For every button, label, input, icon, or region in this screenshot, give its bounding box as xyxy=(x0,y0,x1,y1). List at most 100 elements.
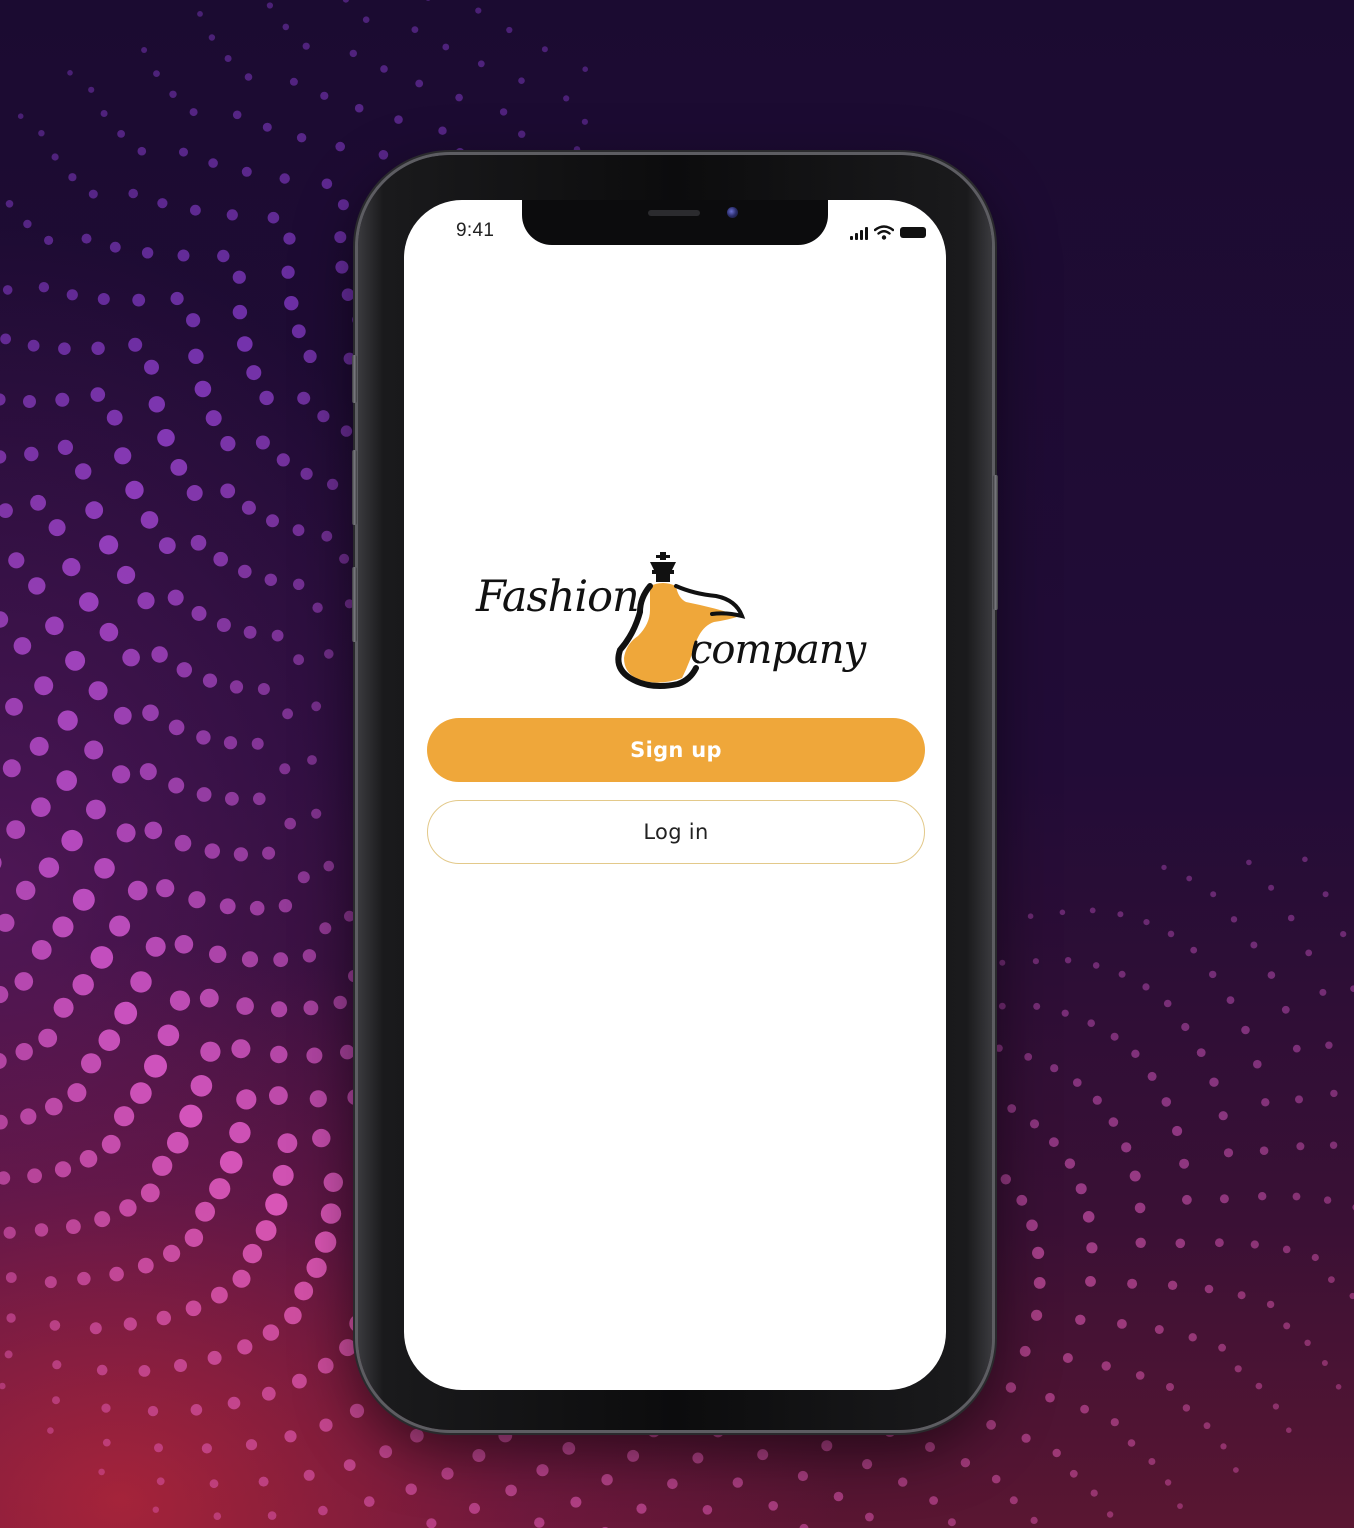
halftone-dot xyxy=(1080,1404,1089,1414)
halftone-dot xyxy=(265,1193,288,1216)
halftone-dot xyxy=(1204,1284,1214,1294)
halftone-dot xyxy=(1304,1339,1311,1347)
front-camera xyxy=(727,207,738,218)
halftone-dot xyxy=(28,577,46,595)
logo-word-company: company xyxy=(690,627,866,673)
halftone-dot xyxy=(137,1257,154,1274)
halftone-dot xyxy=(498,1428,513,1443)
halftone-dot xyxy=(117,130,125,138)
halftone-dot xyxy=(208,34,216,41)
halftone-dot xyxy=(425,0,431,1)
halftone-dot xyxy=(1287,914,1295,922)
halftone-dot xyxy=(0,1382,6,1390)
halftone-dot xyxy=(283,232,296,245)
halftone-dot xyxy=(0,393,6,406)
halftone-dot xyxy=(271,629,284,642)
halftone-dot xyxy=(1209,1077,1219,1087)
halftone-dot xyxy=(799,1523,809,1528)
halftone-dot xyxy=(232,1269,251,1288)
halftone-dot xyxy=(1059,909,1066,916)
halftone-dot xyxy=(1118,970,1126,978)
halftone-dot xyxy=(312,1128,331,1148)
halftone-dot xyxy=(1121,1142,1132,1153)
halftone-dot xyxy=(141,247,154,259)
halftone-dot xyxy=(88,681,108,701)
halftone-dot xyxy=(426,1518,437,1528)
halftone-dot xyxy=(757,1449,769,1461)
halftone-dot xyxy=(0,1114,8,1130)
sign-up-button[interactable]: Sign up xyxy=(427,718,925,782)
halftone-dot xyxy=(340,1044,355,1060)
halftone-dot xyxy=(1110,1418,1119,1427)
halftone-dot xyxy=(236,997,254,1015)
halftone-dot xyxy=(925,1442,935,1452)
mute-switch xyxy=(352,355,357,403)
halftone-dot xyxy=(277,1133,298,1153)
halftone-dot xyxy=(44,1276,57,1289)
halftone-dot xyxy=(98,1029,121,1051)
halftone-dot xyxy=(34,676,54,696)
halftone-dot xyxy=(94,858,115,879)
halftone-dot xyxy=(0,985,9,1004)
halftone-dot xyxy=(324,649,334,659)
halftone-dot xyxy=(1166,1383,1174,1391)
halftone-dot xyxy=(127,880,148,901)
halftone-dot xyxy=(1226,996,1235,1004)
halftone-dot xyxy=(1311,1253,1319,1262)
halftone-dot xyxy=(157,1024,180,1047)
halftone-dot xyxy=(1321,1360,1328,1366)
brand-logo: Fashion company xyxy=(464,550,884,700)
halftone-dot xyxy=(1062,1353,1073,1363)
halftone-dot xyxy=(226,209,238,221)
logo-word-fashion: Fashion xyxy=(476,572,640,622)
halftone-dot xyxy=(153,70,160,77)
halftone-dot xyxy=(128,337,143,352)
halftone-dot xyxy=(190,1404,203,1416)
halftone-dot xyxy=(8,552,25,569)
halftone-dot xyxy=(292,1373,307,1389)
halftone-dot xyxy=(278,899,293,913)
halftone-dot xyxy=(1190,946,1198,954)
halftone-dot xyxy=(768,1501,778,1511)
halftone-dot xyxy=(1282,1245,1291,1254)
halftone-dot xyxy=(1253,1059,1262,1069)
halftone-dot xyxy=(147,1405,159,1417)
halftone-dot xyxy=(601,1474,613,1486)
halftone-dot xyxy=(319,1418,333,1432)
halftone-dot xyxy=(411,26,419,33)
halftone-dot xyxy=(1161,1097,1172,1107)
halftone-dot xyxy=(1161,864,1167,871)
halftone-dot xyxy=(636,1503,647,1514)
halftone-dot xyxy=(327,478,339,490)
halftone-dot xyxy=(732,1477,743,1488)
halftone-dot xyxy=(1032,1246,1045,1259)
halftone-dot xyxy=(312,602,323,613)
halftone-dot xyxy=(1292,1192,1301,1201)
halftone-dot xyxy=(205,410,222,427)
halftone-dot xyxy=(167,589,184,606)
halftone-dot xyxy=(1134,1202,1146,1214)
halftone-dot xyxy=(68,173,77,182)
halftone-dot xyxy=(0,913,15,932)
halftone-dot xyxy=(189,108,198,117)
halftone-dot xyxy=(306,1047,323,1064)
halftone-dot xyxy=(3,1226,16,1239)
halftone-dot xyxy=(106,409,123,426)
halftone-dot xyxy=(81,1053,102,1074)
halftone-dot xyxy=(1186,875,1193,882)
halftone-dot xyxy=(191,606,207,621)
log-in-button[interactable]: Log in xyxy=(427,800,925,864)
halftone-dot xyxy=(1052,1448,1061,1458)
halftone-dot xyxy=(243,625,257,639)
halftone-dot xyxy=(1147,1071,1157,1081)
halftone-dot xyxy=(279,173,290,184)
halftone-dot xyxy=(72,974,94,996)
halftone-dot xyxy=(259,390,274,406)
halftone-dot xyxy=(362,16,370,24)
halftone-dot xyxy=(303,1000,319,1016)
app-screen: 9:41 Fashion company Sign up Log in xyxy=(404,200,946,1390)
halftone-dot xyxy=(62,558,81,577)
halftone-dot xyxy=(81,233,92,244)
halftone-dot xyxy=(89,1322,102,1335)
halftone-dot xyxy=(148,396,165,413)
